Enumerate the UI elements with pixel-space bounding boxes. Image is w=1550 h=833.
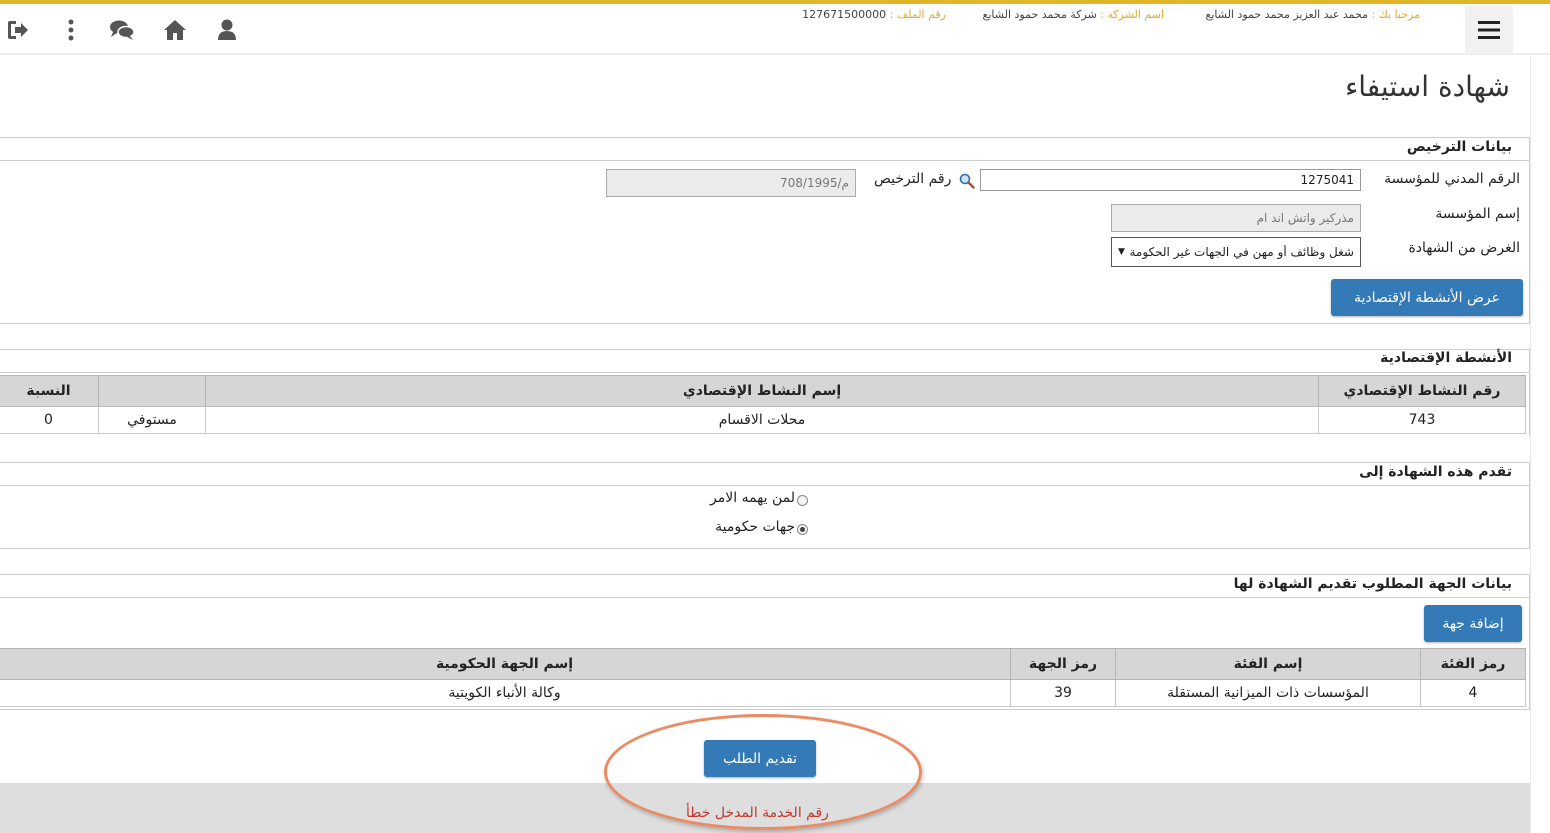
logout-icon[interactable] xyxy=(5,17,31,43)
purpose-select-value: شغل وظائف أو مهن في الجهات غير الحكومة xyxy=(1129,245,1354,259)
entity-name: وكالة الأنباء الكويتية xyxy=(0,679,1011,707)
radio-government-label: جهات حكومية xyxy=(715,518,795,535)
col-category-name: إسم الفئة xyxy=(1115,648,1421,680)
more-icon[interactable] xyxy=(58,17,84,43)
activities-table: رقم النشاط الإقتصادي إسم النشاط الإقتصاد… xyxy=(0,375,1526,434)
col-category-code: رمز الفئة xyxy=(1420,648,1526,680)
chat-icon[interactable] xyxy=(109,17,135,43)
col-activity-number: رقم النشاط الإقتصادي xyxy=(1318,375,1526,407)
org-name-input[interactable]: مذركير واتش اند ام xyxy=(1111,204,1361,232)
top-bar-divider xyxy=(0,53,1550,55)
civil-id-label: الرقم المدني للمؤسسة xyxy=(1384,171,1520,187)
activities-header-row: رقم النشاط الإقتصادي إسم النشاط الإقتصاد… xyxy=(0,375,1526,407)
license-number-input[interactable]: م/708/1995 xyxy=(606,169,856,197)
radio-to-whom[interactable] xyxy=(797,495,808,506)
activities-header-divider xyxy=(0,372,1530,373)
menu-icon[interactable] xyxy=(1465,6,1513,54)
license-number-label: رقم الترخيص xyxy=(874,171,952,187)
activity-number: 743 xyxy=(1318,406,1526,434)
company-label: اسم الشركة : xyxy=(1100,8,1164,21)
home-icon[interactable] xyxy=(162,17,188,43)
scrollbar[interactable] xyxy=(1530,55,1550,833)
submit-to-header-divider xyxy=(0,485,1530,486)
category-name: المؤسسات ذات الميزانية المستقلة xyxy=(1115,679,1421,707)
highlight-annotation xyxy=(604,714,922,830)
radio-option-government[interactable]: جهات حكومية xyxy=(715,518,808,535)
entity-code: 39 xyxy=(1010,679,1116,707)
col-activity-name: إسم النشاط الإقتصادي xyxy=(205,375,1319,407)
radio-to-whom-label: لمن يهمه الامر xyxy=(710,489,795,506)
category-code: 4 xyxy=(1420,679,1526,707)
submit-to-heading: تقدم هذه الشهادة إلى xyxy=(1359,464,1512,480)
company-name: شركة محمد حمود الشايع xyxy=(982,8,1097,21)
org-name-label: إسم المؤسسة xyxy=(1435,206,1520,222)
welcome-label: مرحبا بك : xyxy=(1371,8,1420,21)
license-header-divider xyxy=(0,160,1530,161)
search-icon[interactable] xyxy=(959,173,977,191)
activity-ratio: 0 xyxy=(0,406,99,434)
file-info: رقم الملف : 127671500000 xyxy=(802,8,946,21)
file-number: 127671500000 xyxy=(802,8,887,21)
entity-heading: بيانات الجهة المطلوب تقديم الشهادة لها xyxy=(1233,576,1512,592)
purpose-select[interactable]: شغل وظائف أو مهن في الجهات غير الحكومة ▼ xyxy=(1111,237,1361,267)
license-heading: بيانات الترخيص xyxy=(1406,139,1512,155)
page-title: شهادة استيفاء xyxy=(1345,70,1510,103)
activities-heading: الأنشطة الإقتصادية xyxy=(1380,350,1512,366)
add-entity-button[interactable]: إضافة جهة xyxy=(1424,605,1522,642)
chevron-down-icon: ▼ xyxy=(1118,247,1125,257)
purpose-label: الغرض من الشهادة xyxy=(1408,240,1520,256)
file-label: رقم الملف : xyxy=(889,8,946,21)
entity-table: رمز الفئة إسم الفئة رمز الجهة إسم الجهة … xyxy=(0,648,1526,707)
radio-government[interactable] xyxy=(797,524,808,535)
welcome-info: مرحبا بك : محمد عبد العزيز محمد حمود الش… xyxy=(1205,8,1420,21)
table-row: 4 المؤسسات ذات الميزانية المستقلة 39 وكا… xyxy=(0,679,1526,707)
user-name: محمد عبد العزيز محمد حمود الشايع xyxy=(1205,8,1369,21)
civil-id-input[interactable]: 1275041 xyxy=(980,169,1361,191)
col-entity-name: إسم الجهة الحكومية xyxy=(0,648,1011,680)
entity-header-divider xyxy=(0,597,1530,598)
radio-option-to-whom[interactable]: لمن يهمه الامر xyxy=(710,489,808,506)
table-row: 743 محلات الاقسام مستوفي 0 xyxy=(0,406,1526,434)
col-entity-code: رمز الجهة xyxy=(1010,648,1116,680)
activity-status: مستوفي xyxy=(98,406,206,434)
user-icon[interactable] xyxy=(214,17,240,43)
show-activities-button[interactable]: عرض الأنشطة الإقتصادية xyxy=(1331,279,1523,316)
col-activity-status xyxy=(98,375,206,407)
activities-top-divider xyxy=(0,349,1530,350)
activity-name: محلات الاقسام xyxy=(205,406,1319,434)
entity-header-row: رمز الفئة إسم الفئة رمز الجهة إسم الجهة … xyxy=(0,648,1526,680)
company-info: اسم الشركة : شركة محمد حمود الشايع xyxy=(983,8,1164,21)
col-activity-ratio: النسبة xyxy=(0,375,99,407)
